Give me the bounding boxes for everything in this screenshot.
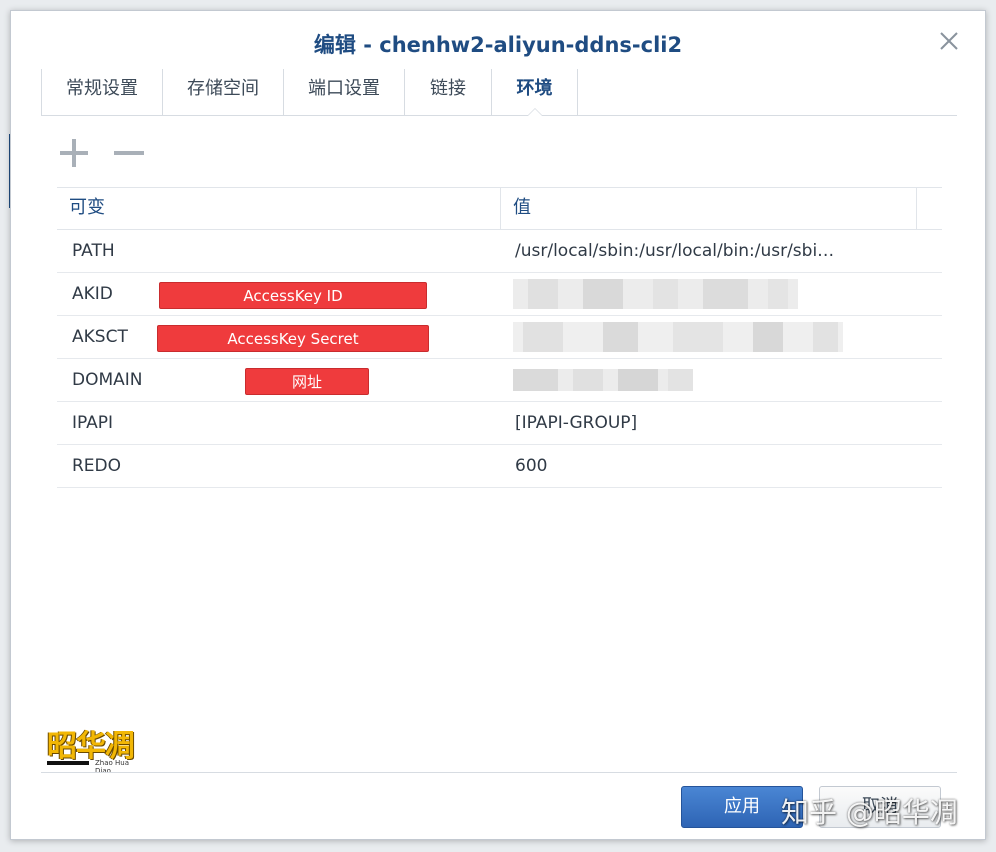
tab-label: 常规设置 bbox=[66, 78, 138, 99]
variable-name: IPAPI bbox=[72, 413, 114, 433]
column-header-variable[interactable]: 可变 bbox=[69, 188, 105, 229]
tab-links[interactable]: 链接 bbox=[405, 69, 492, 115]
tab-label: 存储空间 bbox=[187, 78, 259, 99]
variable-name: AKSCT bbox=[72, 327, 128, 347]
table-row[interactable]: IPAPI [IPAPI-GROUP] bbox=[57, 402, 942, 445]
variable-name: DOMAIN bbox=[72, 370, 143, 390]
active-tab-pointer bbox=[526, 108, 543, 116]
redacted-value bbox=[513, 369, 693, 391]
remove-variable-button[interactable] bbox=[111, 136, 145, 170]
variable-name: AKID bbox=[72, 284, 113, 304]
tab-storage[interactable]: 存储空间 bbox=[163, 69, 284, 115]
table-row[interactable]: DOMAIN 网址 bbox=[57, 359, 942, 402]
minus-icon bbox=[114, 151, 144, 155]
column-header-value[interactable]: 值 bbox=[513, 188, 531, 229]
column-divider[interactable] bbox=[916, 188, 917, 229]
zhihu-watermark: 知乎 @昭华凋 bbox=[781, 796, 958, 829]
tab-general[interactable]: 常规设置 bbox=[41, 69, 163, 115]
close-button[interactable] bbox=[935, 27, 963, 55]
add-variable-button[interactable] bbox=[57, 136, 91, 170]
dialog-title: 编辑 - chenhw2-aliyun-ddns-cli2 bbox=[313, 33, 683, 57]
table-row[interactable]: AKID AccessKey ID bbox=[57, 273, 942, 316]
tab-label: 链接 bbox=[430, 78, 466, 99]
annotation-label: AccessKey ID bbox=[159, 282, 427, 309]
tab-port-settings[interactable]: 端口设置 bbox=[284, 69, 405, 115]
table-row[interactable]: REDO 600 bbox=[57, 445, 942, 488]
variable-name: PATH bbox=[72, 241, 115, 261]
environment-table: 可变 值 PATH /usr/local/sbin:/usr/local/bin… bbox=[57, 187, 942, 488]
table-row[interactable]: PATH /usr/local/sbin:/usr/local/bin:/usr… bbox=[57, 230, 942, 273]
column-divider[interactable] bbox=[500, 188, 501, 229]
logo-underline bbox=[47, 761, 89, 765]
variable-name: REDO bbox=[72, 456, 122, 476]
tab-bar: 常规设置 存储空间 端口设置 链接 环境 bbox=[41, 69, 957, 116]
table-row[interactable]: AKSCT AccessKey Secret bbox=[57, 316, 942, 359]
plus-icon bbox=[60, 139, 88, 167]
tab-label: 环境 bbox=[516, 78, 553, 99]
tab-label: 端口设置 bbox=[308, 78, 380, 99]
close-icon bbox=[940, 32, 958, 50]
edit-dialog: 编辑 - chenhw2-aliyun-ddns-cli2 常规设置 存储空间 … bbox=[10, 10, 986, 840]
redacted-value bbox=[513, 322, 843, 352]
annotation-label: AccessKey Secret bbox=[157, 325, 429, 352]
variable-value: /usr/local/sbin:/usr/local/bin:/usr/sbi… bbox=[515, 241, 835, 261]
annotation-label: 网址 bbox=[245, 368, 369, 395]
variable-value: [IPAPI-GROUP] bbox=[515, 413, 638, 433]
table-header: 可变 值 bbox=[57, 188, 942, 230]
redacted-value bbox=[513, 279, 798, 309]
footer-divider bbox=[41, 772, 957, 773]
tab-environment[interactable]: 环境 bbox=[492, 69, 578, 116]
variable-value: 600 bbox=[515, 456, 548, 476]
